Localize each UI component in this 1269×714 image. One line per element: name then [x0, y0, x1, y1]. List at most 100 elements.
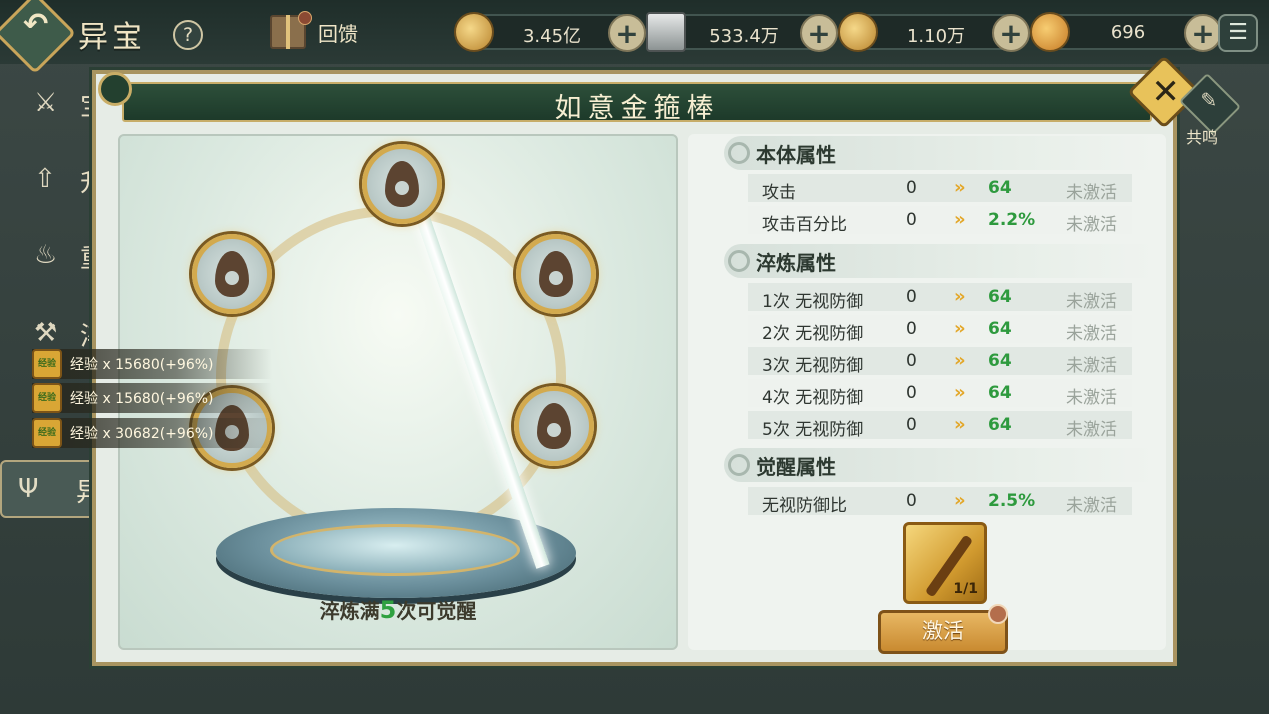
attribute-name: 无视防御比: [762, 496, 847, 516]
attribute-current: 0: [906, 491, 917, 511]
attribute-next: 64: [988, 287, 1012, 307]
close-icon: ✕: [1151, 72, 1180, 113]
exp-gain-text: 经验 x 15680(+96%): [70, 391, 214, 407]
double-chevron-icon: »: [954, 318, 965, 339]
currency-copper: 3.45亿 +: [454, 12, 646, 52]
attribute-next: 64: [988, 319, 1012, 339]
refine-note-prefix: 淬炼满: [319, 599, 380, 623]
resonance-icon: ✎: [1200, 88, 1218, 113]
attribute-current: 0: [906, 415, 917, 435]
attribute-row: 4次 无视防御 0 » 64 未激活: [748, 379, 1132, 408]
exp-book-icon: 经验: [32, 349, 62, 379]
treasure-item-card[interactable]: 1/1: [903, 522, 987, 604]
refine-slot-3[interactable]: [516, 234, 596, 314]
section-title: 淬炼属性: [756, 251, 836, 275]
modal-header: 如意金箍棒: [122, 82, 1152, 124]
attribute-row: 3次 无视防御 0 » 64 未激活: [748, 347, 1132, 376]
pedestal-top: [270, 524, 520, 576]
back-button[interactable]: ↶: [0, 0, 77, 75]
attribute-name: 4次 无视防御: [762, 388, 864, 408]
section-awaken-attributes: 觉醒属性: [724, 448, 1154, 482]
attribute-next: 64: [988, 383, 1012, 403]
double-chevron-icon: »: [954, 286, 965, 307]
attribute-next: 64: [988, 415, 1012, 435]
exp-gain-text: 经验 x 15680(+96%): [70, 357, 214, 373]
notification-dot: [298, 11, 312, 25]
flame-emblem-icon: [539, 251, 573, 297]
add-currency-button[interactable]: +: [608, 14, 646, 52]
refine-slot-5[interactable]: [514, 386, 594, 466]
attribute-current: 0: [906, 383, 917, 403]
attribute-name: 2次 无视防御: [762, 324, 864, 344]
attribute-state: 未激活: [1066, 420, 1117, 440]
help-button[interactable]: ?: [173, 20, 203, 50]
cloud-swirl-icon: [728, 142, 750, 164]
add-currency-button[interactable]: +: [992, 14, 1030, 52]
attribute-name: 5次 无视防御: [762, 420, 864, 440]
exp-gain-popup: 经验 经验 x 30682(+96%): [32, 418, 272, 448]
exp-book-icon: 经验: [32, 383, 62, 413]
crossed-swords-icon: ⚔: [34, 88, 58, 118]
attribute-current: 0: [906, 319, 917, 339]
refine-slot-1[interactable]: [362, 144, 442, 224]
side-tab-treasure[interactable]: ⚔ 宝: [18, 76, 106, 132]
cloud-swirl-icon: [728, 250, 750, 272]
section-refine-attributes: 淬炼属性: [724, 244, 1154, 278]
attribute-name: 3次 无视防御: [762, 356, 864, 376]
silver-ingot-icon: [646, 12, 686, 52]
attribute-current: 0: [906, 210, 917, 230]
add-currency-button[interactable]: +: [800, 14, 838, 52]
currency-value: 533.4万: [709, 26, 779, 47]
attribute-state: 未激活: [1066, 215, 1117, 235]
resonance-label: 共鸣: [1186, 128, 1219, 147]
attribute-current: 0: [906, 178, 917, 198]
double-chevron-icon: »: [954, 177, 965, 198]
menu-button[interactable]: ☰: [1218, 14, 1258, 52]
page-title: 异宝: [78, 20, 146, 55]
gold-ingot-icon: [838, 12, 878, 52]
refine-requirement-note: 淬炼满5次可觉醒: [120, 595, 676, 624]
currency-value: 3.45亿: [522, 26, 582, 47]
section-title: 本体属性: [756, 143, 836, 167]
double-chevron-icon: »: [954, 209, 965, 230]
side-tab-reforge[interactable]: ♨ 重: [18, 228, 106, 284]
feedback-label: 回馈: [318, 21, 358, 46]
attribute-current: 0: [906, 287, 917, 307]
double-chevron-icon: »: [954, 382, 965, 403]
attribute-name: 攻击: [762, 183, 796, 203]
attribute-next: 64: [988, 178, 1012, 198]
gift-icon: [270, 11, 312, 49]
corner-ornament: [98, 72, 132, 106]
attribute-row: 攻击 0 » 64 未激活: [748, 174, 1132, 203]
attribute-name: 攻击百分比: [762, 215, 847, 235]
modal-title: 如意金箍棒: [554, 93, 720, 124]
feedback-button[interactable]: 回馈: [270, 11, 358, 50]
attribute-next: 2.2%: [988, 210, 1036, 230]
add-currency-button[interactable]: +: [1184, 14, 1222, 52]
double-chevron-icon: »: [954, 414, 965, 435]
side-tab-upgrade[interactable]: ⇧ 升: [18, 152, 106, 208]
exp-gain-popup: 经验 经验 x 15680(+96%): [32, 349, 272, 379]
top-bar: ↶ 异宝 ? 回馈 3.45亿 + 533.4万 + 1.10万 + 696 +…: [0, 0, 1269, 75]
attribute-next: 64: [988, 351, 1012, 371]
attribute-name: 1次 无视防御: [762, 292, 864, 312]
attribute-state: 未激活: [1066, 292, 1117, 312]
attribute-row: 5次 无视防御 0 » 64 未激活: [748, 411, 1132, 440]
attribute-state: 未激活: [1066, 324, 1117, 344]
trident-icon: Ψ: [18, 474, 39, 504]
exp-gain-popup: 经验 经验 x 15680(+96%): [32, 383, 272, 413]
upgrade-arrow-icon: ⇧: [34, 164, 56, 194]
exp-gain-text: 经验 x 30682(+96%): [70, 426, 214, 442]
attribute-current: 0: [906, 351, 917, 371]
attribute-state: 未激活: [1066, 356, 1117, 376]
cloud-swirl-icon: [728, 454, 750, 476]
attribute-state: 未激活: [1066, 183, 1117, 203]
flame-emblem-icon: [385, 161, 419, 207]
item-count: 1/1: [953, 581, 978, 597]
attribute-row: 无视防御比 0 » 2.5% 未激活: [748, 487, 1132, 516]
attribute-row: 1次 无视防御 0 » 64 未激活: [748, 283, 1132, 312]
refine-slot-2[interactable]: [192, 234, 272, 314]
currency-silver: 533.4万 +: [646, 12, 838, 52]
attribute-state: 未激活: [1066, 496, 1117, 516]
currency-yuanbao: 696 +: [1030, 12, 1222, 52]
